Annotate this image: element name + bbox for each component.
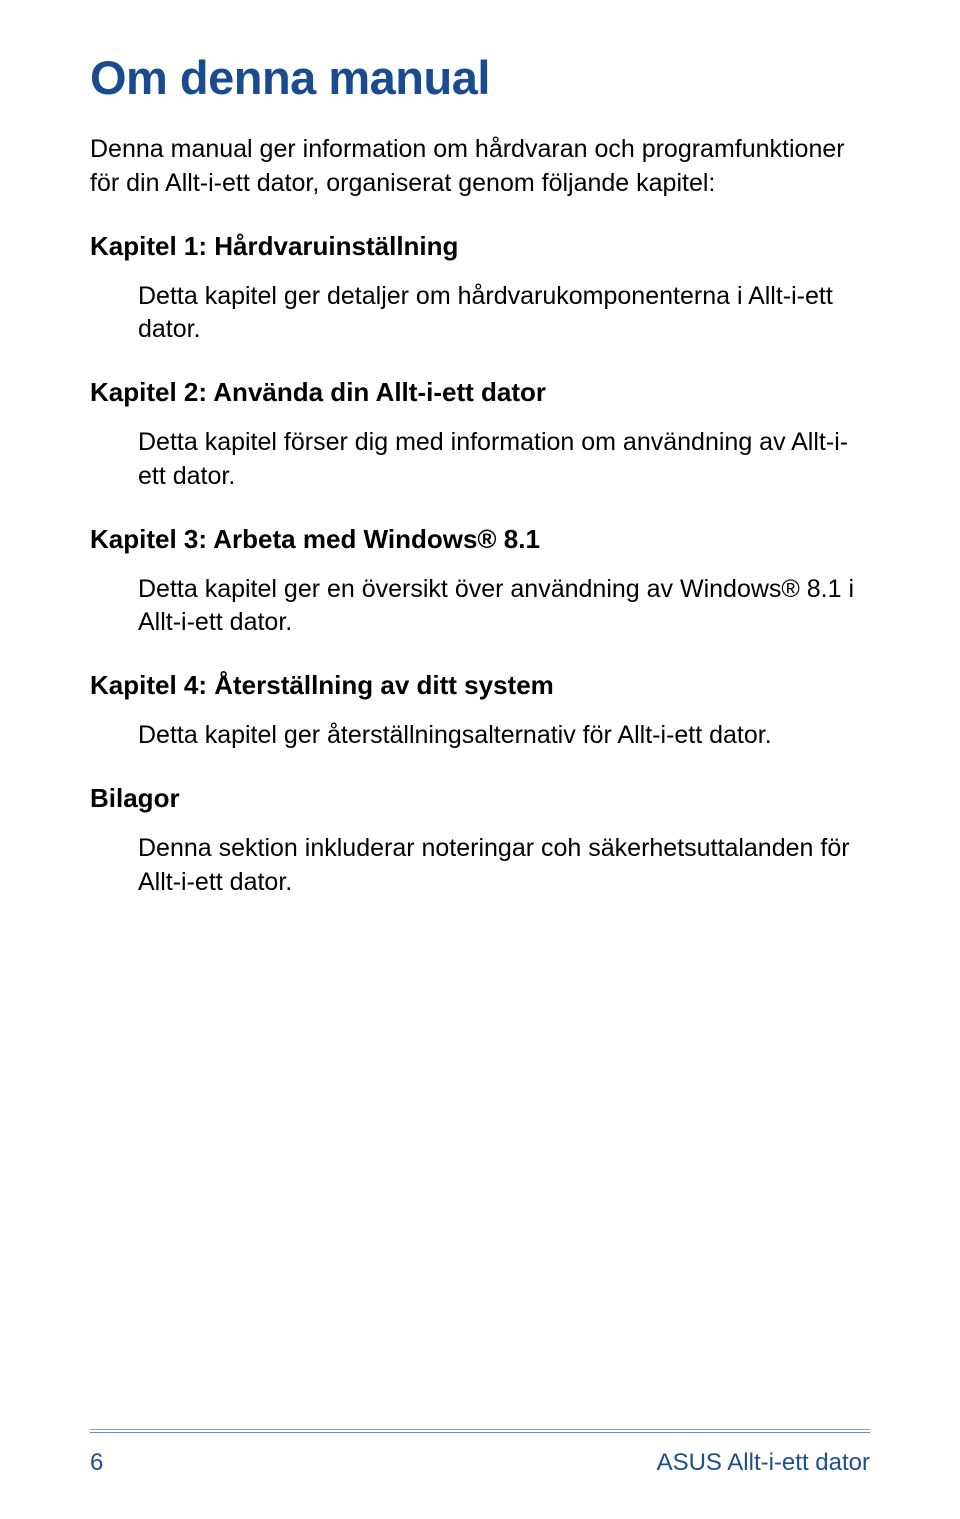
page-number: 6 [90, 1449, 103, 1477]
section-chapter-2: Kapitel 2: Använda din Allt-i-ett dator … [90, 377, 870, 494]
section-heading: Kapitel 3: Arbeta med Windows® 8.1 [90, 524, 870, 555]
section-body: Detta kapitel ger detaljer om hårdvaruko… [138, 280, 870, 348]
footer-brand: ASUS Allt-i-ett dator [657, 1449, 870, 1477]
footer-divider [90, 1429, 870, 1433]
section-body: Detta kapitel ger en översikt över använ… [138, 573, 870, 641]
section-heading: Kapitel 4: Återställning av ditt system [90, 670, 870, 701]
page-title: Om denna manual [90, 50, 870, 105]
intro-paragraph: Denna manual ger information om hårdvara… [90, 133, 870, 201]
section-chapter-4: Kapitel 4: Återställning av ditt system … [90, 670, 870, 753]
section-body: Detta kapitel ger återställningsalternat… [138, 719, 870, 753]
section-chapter-1: Kapitel 1: Hårdvaruinställning Detta kap… [90, 231, 870, 348]
section-body: Detta kapitel förser dig med information… [138, 426, 870, 494]
document-page: Om denna manual Denna manual ger informa… [0, 0, 960, 1519]
section-heading: Kapitel 1: Hårdvaruinställning [90, 231, 870, 262]
section-body: Denna sektion inkluderar noteringar coh … [138, 832, 870, 900]
page-footer: 6 ASUS Allt-i-ett dator [90, 1439, 870, 1477]
section-heading: Bilagor [90, 783, 870, 814]
section-heading: Kapitel 2: Använda din Allt-i-ett dator [90, 377, 870, 408]
section-appendix: Bilagor Denna sektion inkluderar noterin… [90, 783, 870, 900]
section-chapter-3: Kapitel 3: Arbeta med Windows® 8.1 Detta… [90, 524, 870, 641]
